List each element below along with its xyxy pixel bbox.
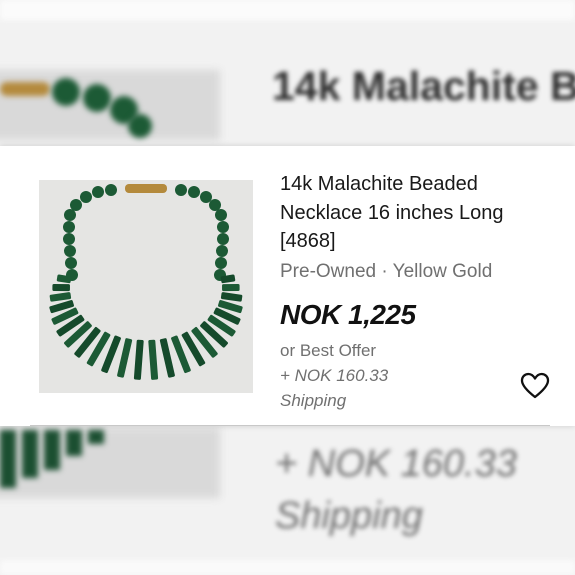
bg-shard: [88, 430, 104, 444]
card-divider: [30, 425, 550, 426]
necklace-bar-bead: [133, 339, 144, 380]
necklace-bar-bead: [159, 338, 175, 378]
necklace-bead: [80, 191, 92, 203]
listing-card[interactable]: 14k Malachite Beaded Necklace 16 inches …: [0, 146, 575, 426]
bg-shard: [0, 430, 16, 488]
necklace-bar-bead: [52, 283, 70, 292]
bg-shard: [22, 430, 38, 478]
necklace-bead: [65, 257, 77, 269]
necklace-bead: [105, 184, 117, 196]
bg-bead: [52, 78, 80, 106]
necklace-bar-bead: [117, 338, 133, 378]
necklace-clasp: [125, 184, 167, 193]
necklace-bead: [217, 233, 229, 245]
bg-shipping: + NOK 160.33 Shipping: [275, 438, 575, 542]
necklace-bar-bead: [49, 292, 72, 302]
best-offer-text: or Best Offer: [280, 340, 377, 360]
necklace-bead: [63, 221, 75, 233]
necklace-bar-bead: [148, 339, 159, 380]
bg-top-band: [0, 0, 575, 20]
bg-shipping-cost: + NOK 160.33: [275, 443, 517, 485]
bg-bead: [83, 84, 111, 112]
necklace-bead: [92, 186, 104, 198]
necklace-bead: [188, 186, 200, 198]
necklace-bead: [209, 199, 221, 211]
heart-outline-icon[interactable]: [520, 372, 550, 400]
listing-subtitle: Pre-Owned · Yellow Gold: [280, 260, 493, 282]
product-image[interactable]: [39, 180, 253, 393]
necklace-bead: [215, 257, 227, 269]
necklace-bead: [200, 191, 212, 203]
listing-title[interactable]: 14k Malachite Beaded Necklace 16 inches …: [280, 170, 560, 256]
bg-gold-clasp: [0, 82, 50, 96]
shipping-info: + NOK 160.33 Shipping: [280, 363, 420, 413]
necklace-photo: [49, 184, 243, 380]
necklace-bar-bead: [220, 292, 243, 302]
bg-bead: [128, 114, 152, 138]
listing-price: NOK 1,225: [280, 298, 416, 330]
necklace-bead: [70, 199, 82, 211]
necklace-bead: [175, 184, 187, 196]
necklace-bead: [215, 209, 227, 221]
bg-shipping-label: Shipping: [275, 495, 423, 537]
necklace-bar-bead: [222, 283, 240, 292]
bg-shard: [66, 430, 82, 456]
necklace-bead: [63, 233, 75, 245]
bg-shard: [44, 430, 60, 470]
listing-info: 14k Malachite Beaded Necklace 16 inches …: [280, 170, 560, 413]
bg-bottom-band: [0, 560, 575, 575]
necklace-bead: [216, 245, 228, 257]
bg-title: 14k Malachite Beaded Necklace 16 inches …: [272, 63, 575, 109]
necklace-bead: [217, 221, 229, 233]
necklace-bead: [64, 209, 76, 221]
necklace-bead: [64, 245, 76, 257]
shipping-label: Shipping: [280, 390, 347, 410]
shipping-cost: + NOK 160.33: [280, 365, 389, 385]
